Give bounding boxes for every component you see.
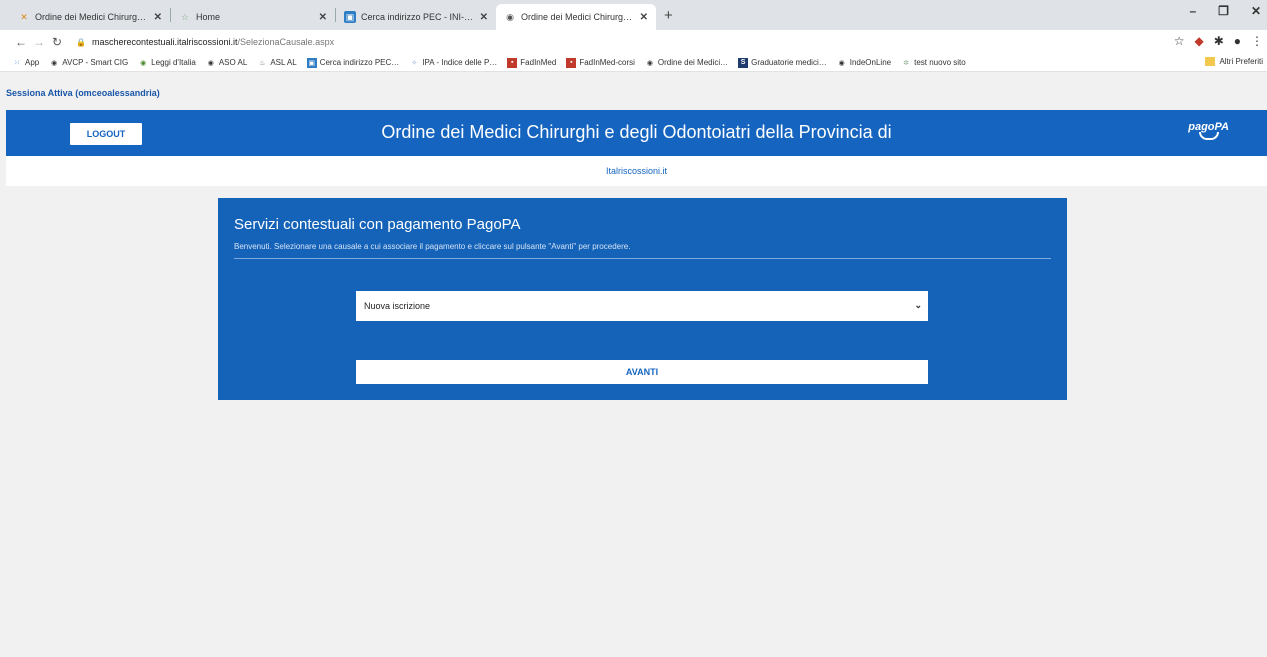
bookmark-label: Altri Preferiti: [1219, 57, 1263, 66]
tab-ordine-medici-1[interactable]: ✕ Ordine dei Medici Chirurghi e d… ✕: [10, 4, 170, 30]
globe-icon: ◉: [207, 59, 214, 67]
apps-grid-icon: ⁙: [14, 59, 20, 67]
bookmark-label: test nuovo sito: [914, 58, 966, 67]
bookmark-other-folder[interactable]: Altri Preferiti: [1205, 57, 1263, 66]
url-field[interactable]: 🔒 mascherecontestuali.italriscossioni.it…: [76, 37, 334, 47]
bookmark-label: IndeOnLine: [849, 58, 892, 67]
close-icon[interactable]: ✕: [474, 12, 488, 23]
chevron-down-icon: ⌄: [914, 300, 922, 310]
bookmark-label: AVCP - Smart CIG: [62, 58, 129, 67]
bookmark-asl-al[interactable]: ♨ ASL AL: [257, 58, 297, 68]
ipa-icon: ✧: [411, 59, 418, 67]
bookmark-avcp[interactable]: ◉ AVCP - Smart CIG: [49, 58, 128, 68]
panel-title: Servizi contestuali con pagamento PagoPA: [234, 216, 521, 233]
tab-ini-pec[interactable]: ▣ Cerca indirizzo PEC - INI-PEC ✕: [336, 4, 496, 30]
bookmark-ipa[interactable]: ✧ IPA - Indice delle P…: [409, 58, 497, 68]
star-icon[interactable]: ☆: [1174, 34, 1185, 48]
bookmark-label: ASO AL: [218, 58, 248, 67]
window-controls: – ❐ ✕: [1189, 4, 1261, 18]
bookmark-label: Leggi d'Italia: [151, 58, 196, 67]
page-title: Ordine dei Medici Chirurghi e degli Odon…: [381, 122, 892, 142]
bookmark-label: Cerca indirizzo PEC…: [319, 58, 400, 67]
url-path: /SelezionaCausale.aspx: [237, 37, 335, 47]
maximize-icon[interactable]: ❐: [1218, 4, 1229, 18]
bookmark-aso-al[interactable]: ◉ ASO AL: [206, 58, 248, 68]
folder-icon: [1205, 57, 1216, 66]
forward-icon[interactable]: →: [30, 35, 48, 49]
menu-icon[interactable]: ⋮: [1251, 34, 1263, 48]
close-icon[interactable]: ✕: [148, 12, 162, 23]
bookmark-graduatorie[interactable]: S Graduatorie medici…: [738, 57, 827, 68]
close-window-icon[interactable]: ✕: [1251, 4, 1261, 18]
back-icon[interactable]: ←: [12, 35, 30, 49]
url-host: mascherecontestuali.italriscossioni.it: [91, 37, 238, 47]
globe-icon: ◉: [506, 11, 514, 22]
extension-icon[interactable]: ◆: [1194, 34, 1203, 48]
bookmark-label: ASL AL: [270, 58, 297, 67]
logo-text: pagoPA: [1188, 121, 1229, 133]
puzzle-icon[interactable]: ✱: [1214, 34, 1224, 48]
ini-pec-icon: ▣: [344, 11, 356, 23]
bookmark-fadinmed-corsi[interactable]: ▪ FadInMed-corsi: [566, 57, 635, 68]
ordine-logo-icon: ✕: [20, 11, 28, 22]
bookmark-indeonline[interactable]: ◉ IndeOnLine: [837, 58, 891, 68]
pagopa-logo: pagoPA: [1188, 121, 1229, 140]
bookmark-label: FadInMed: [520, 58, 557, 67]
payment-panel: Servizi contestuali con pagamento PagoPA…: [218, 198, 1067, 400]
fadinmed-icon: ▪: [566, 57, 577, 68]
close-icon[interactable]: ✕: [634, 12, 648, 23]
browser-tab-bar: ✕ Ordine dei Medici Chirurghi e d… ✕ ☆ H…: [0, 0, 1267, 30]
site-subheader: Italriscossioni.it: [6, 156, 1267, 186]
profile-icon[interactable]: ●: [1234, 34, 1241, 48]
globe-icon: ◉: [838, 59, 845, 67]
tab-title: Home: [196, 12, 221, 22]
divider: [234, 258, 1051, 259]
bookmark-fadinmed[interactable]: ▪ FadInMed: [507, 57, 557, 68]
bookmark-label: FadInMed-corsi: [579, 58, 635, 67]
tab-title: Ordine dei Medici Chirurghi e d…: [521, 12, 634, 22]
tab-title: Cerca indirizzo PEC - INI-PEC: [361, 12, 474, 22]
tab-home[interactable]: ☆ Home ✕: [171, 4, 335, 30]
sp-icon: S: [738, 57, 749, 68]
toolbar-right: ☆ ◆ ✱ ● ⋮: [1174, 34, 1263, 48]
sparkle-icon: ✲: [903, 59, 910, 67]
bookmark-test-nuovo-sito[interactable]: ✲ test nuovo sito: [901, 58, 966, 68]
bookmark-app[interactable]: ⁙ App: [12, 58, 39, 68]
bookmark-ordine-medici[interactable]: ◉ Ordine dei Medici…: [645, 58, 728, 68]
bookmark-label: IPA - Indice delle P…: [422, 58, 498, 67]
bookmarks-bar: ⁙ App ◉ AVCP - Smart CIG ◉ Leggi d'Italia ◉…: [0, 54, 1267, 72]
bookmark-leggi-italia[interactable]: ◉ Leggi d'Italia: [138, 58, 196, 68]
close-icon[interactable]: ✕: [313, 12, 327, 23]
globe-icon: ◉: [646, 59, 653, 67]
site-header: LOGOUT Ordine dei Medici Chirurghi e deg…: [6, 110, 1267, 156]
bookmark-label: App: [25, 58, 40, 67]
tab-title: Ordine dei Medici Chirurghi e d…: [35, 12, 148, 22]
avanti-button[interactable]: AVANTI: [356, 360, 928, 384]
pagopa-arc-icon: [1198, 132, 1219, 140]
globe-icon: ◉: [51, 59, 58, 67]
leggi-italia-icon: ◉: [140, 59, 147, 67]
bookmark-cerca-pec[interactable]: ▣ Cerca indirizzo PEC…: [306, 57, 400, 68]
causale-select[interactable]: Nuova iscrizione ⌄: [356, 291, 928, 321]
address-bar: ← → ↻ 🔒 mascherecontestuali.italriscossi…: [0, 30, 1267, 54]
session-status: Sessiona Attiva (omceoalessandria): [6, 88, 160, 98]
select-value: Nuova iscrizione: [364, 301, 431, 311]
reload-icon[interactable]: ↻: [48, 35, 66, 49]
bookmark-label: Graduatorie medici…: [751, 58, 827, 67]
minimize-icon[interactable]: –: [1189, 4, 1196, 18]
ini-pec-icon: ▣: [306, 57, 317, 68]
new-tab-button[interactable]: +: [656, 7, 681, 24]
lock-icon: 🔒: [76, 37, 86, 47]
bookmark-label: Ordine dei Medici…: [657, 58, 729, 67]
fadinmed-icon: ▪: [507, 57, 518, 68]
provider-link[interactable]: Italriscossioni.it: [606, 166, 667, 176]
asl-icon: ♨: [259, 59, 266, 67]
tab-ordine-medici-active[interactable]: ◉ Ordine dei Medici Chirurghi e d… ✕: [496, 4, 656, 30]
panel-instructions: Benvenuti. Selezionare una causale a cui…: [234, 242, 631, 251]
home-icon: ☆: [180, 11, 190, 22]
